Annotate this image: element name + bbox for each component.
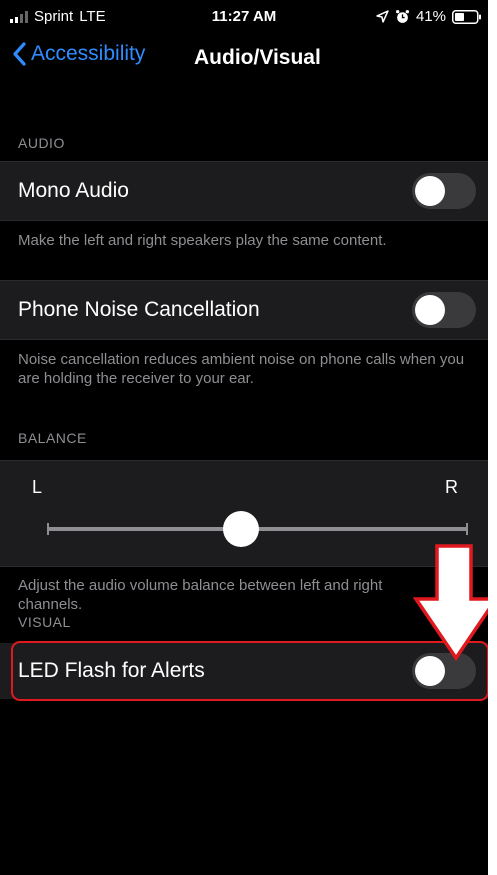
mono-audio-row[interactable]: Mono Audio: [0, 162, 488, 220]
section-header-balance: BALANCE: [18, 430, 87, 446]
noise-cancellation-toggle[interactable]: [412, 292, 476, 328]
mono-audio-toggle[interactable]: [412, 173, 476, 209]
chevron-left-icon: [13, 42, 26, 66]
slider-right-cap: [466, 523, 468, 535]
balance-left-label: L: [32, 477, 43, 497]
toggle-knob: [415, 295, 445, 325]
status-right: 41%: [376, 8, 482, 25]
status-bar: Sprint LTE 11:27 AM 41%: [0, 0, 488, 32]
phone-screen: Sprint LTE 11:27 AM 41% Accessibility Au…: [0, 0, 497, 875]
balance-right-label: R: [445, 477, 458, 497]
navigation-bar: Accessibility Audio/Visual: [0, 40, 488, 84]
mono-audio-footer: Make the left and right speakers play th…: [18, 232, 387, 249]
page-title: Audio/Visual: [194, 46, 321, 69]
balance-slider-track[interactable]: [47, 511, 468, 547]
alarm-icon: [396, 10, 409, 23]
balance-footer: Adjust the audio volume balance between …: [18, 577, 383, 613]
slider-left-cap: [47, 523, 49, 535]
divider: [0, 339, 488, 340]
battery-percent: 41%: [415, 8, 446, 25]
mono-audio-label: Mono Audio: [18, 179, 129, 202]
right-edge-strip: [488, 0, 497, 875]
back-button[interactable]: Accessibility: [12, 42, 145, 66]
back-label: Accessibility: [31, 42, 146, 65]
noise-cancellation-footer: Noise cancellation reduces ambient noise…: [18, 351, 465, 387]
location-icon: [376, 10, 389, 23]
noise-cancellation-row[interactable]: Phone Noise Cancellation: [0, 281, 488, 339]
divider: [0, 220, 488, 221]
section-header-audio: AUDIO: [18, 135, 65, 151]
balance-slider-thumb[interactable]: [222, 511, 259, 547]
noise-cancellation-label: Phone Noise Cancellation: [18, 298, 260, 321]
battery-icon: [452, 9, 481, 24]
arrow-down-icon: [413, 544, 497, 661]
toggle-knob: [415, 176, 445, 206]
